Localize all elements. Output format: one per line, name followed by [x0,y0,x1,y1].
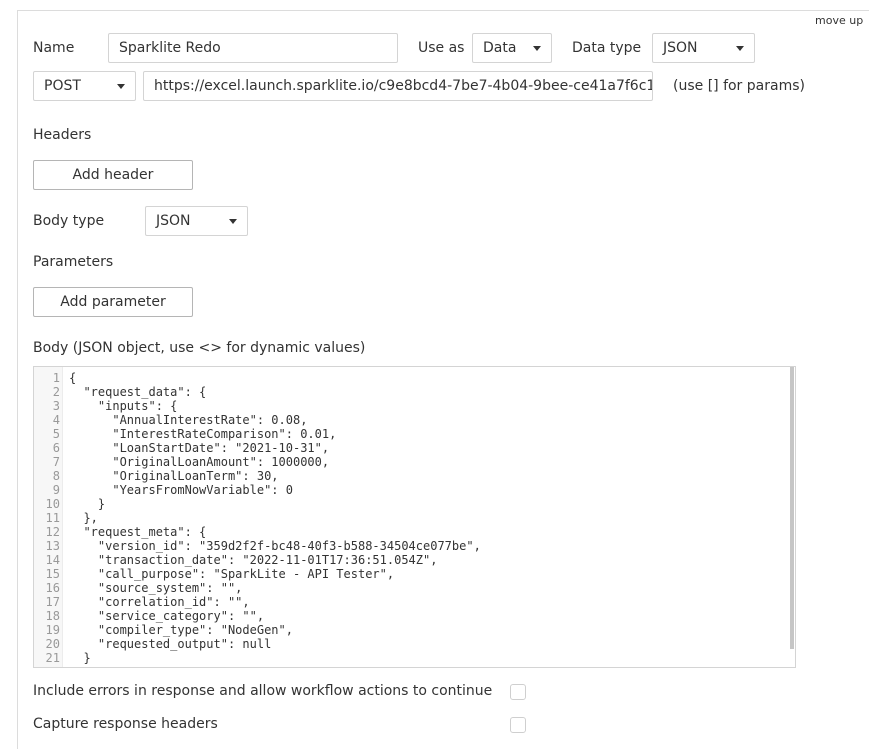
code-text: "call_purpose": "SparkLite - API Tester"… [69,567,395,581]
code-line[interactable]: 6 "LoanStartDate": "2021-10-31", [34,441,795,455]
include-errors-checkbox[interactable] [510,684,526,700]
code-text: "YearsFromNowVariable": 0 [69,483,293,497]
line-number: 21 [45,651,60,665]
code-text: "AnnualInterestRate": 0.08, [69,413,308,427]
line-number: 6 [52,441,60,455]
code-text: "OriginalLoanTerm": 30, [69,469,279,483]
add-header-button[interactable]: Add header [33,160,193,190]
code-line[interactable]: 13 "version_id": "359d2f2f-bc48-40f3-b58… [34,539,795,553]
code-line[interactable]: 10 } [34,497,795,511]
line-number: 8 [52,469,60,483]
code-text: "OriginalLoanAmount": 1000000, [69,455,330,469]
body-type-value: JSON [156,213,191,229]
data-type-value: JSON [663,40,698,56]
line-number: 19 [45,623,60,637]
chevron-down-icon [117,84,125,89]
url-params-hint: (use [] for params) [673,78,805,94]
method-value: POST [44,78,81,94]
code-line[interactable]: 4 "AnnualInterestRate": 0.08, [34,413,795,427]
code-text: "inputs": { [69,399,178,413]
code-text: }, [69,511,98,525]
line-number: 17 [45,595,60,609]
code-line[interactable]: 18 "service_category": "", [34,609,795,623]
code-text: "service_category": "", [69,609,265,623]
add-parameter-button[interactable]: Add parameter [33,287,193,317]
line-number: 2 [52,385,60,399]
code-text: "transaction_date": "2022-11-01T17:36:51… [69,553,438,567]
include-errors-label: Include errors in response and allow wor… [33,683,493,699]
line-number: 11 [45,511,60,525]
line-number: 16 [45,581,60,595]
parameters-label: Parameters [33,254,114,270]
use-as-value: Data [483,40,517,56]
code-text: "requested_output": null [69,637,272,651]
line-number: 18 [45,609,60,623]
body-label: Body (JSON object, use <> for dynamic va… [33,340,366,356]
code-text: "request_data": { [69,385,207,399]
code-text: "compiler_type": "NodeGen", [69,623,293,637]
capture-headers-checkbox[interactable] [510,717,526,733]
line-number: 10 [45,497,60,511]
chevron-down-icon [229,219,237,224]
code-line[interactable]: 21 } [34,651,795,665]
line-number: 12 [45,525,60,539]
line-number: 3 [52,399,60,413]
headers-label: Headers [33,127,92,143]
line-number: 15 [45,567,60,581]
code-line[interactable]: 3 "inputs": { [34,399,795,413]
capture-headers-label: Capture response headers [33,716,218,732]
use-as-select[interactable]: Data [472,33,552,63]
method-select[interactable]: POST [33,71,136,101]
code-line[interactable]: 15 "call_purpose": "SparkLite - API Test… [34,567,795,581]
code-line[interactable]: 17 "correlation_id": "", [34,595,795,609]
data-type-select[interactable]: JSON [652,33,755,63]
chevron-down-icon [736,46,744,51]
code-line[interactable]: 11 }, [34,511,795,525]
line-number: 14 [45,553,60,567]
code-line[interactable]: 20 "requested_output": null [34,637,795,651]
line-number: 1 [52,371,60,385]
editor-scrollbar[interactable] [790,367,794,649]
code-line[interactable]: 2 "request_data": { [34,385,795,399]
body-type-label: Body type [33,213,105,229]
code-line[interactable]: 16 "source_system": "", [34,581,795,595]
code-text: "version_id": "359d2f2f-bc48-40f3-b588-3… [69,539,481,553]
code-text: } [69,651,91,665]
code-line[interactable]: 5 "InterestRateComparison": 0.01, [34,427,795,441]
line-number: 5 [52,427,60,441]
data-type-label: Data type [572,40,642,56]
code-lines[interactable]: 1{2 "request_data": {3 "inputs": {4 "Ann… [34,371,795,665]
line-number: 4 [52,413,60,427]
line-number: 9 [52,483,60,497]
code-text: "correlation_id": "", [69,595,250,609]
code-line[interactable]: 12 "request_meta": { [34,525,795,539]
line-number: 13 [45,539,60,553]
line-number: 20 [45,637,60,651]
code-text: "LoanStartDate": "2021-10-31", [69,441,330,455]
code-line[interactable]: 19 "compiler_type": "NodeGen", [34,623,795,637]
code-text: } [69,497,106,511]
use-as-label: Use as [418,40,465,56]
code-line[interactable]: 7 "OriginalLoanAmount": 1000000, [34,455,795,469]
chevron-down-icon [533,46,541,51]
code-text: { [69,371,77,385]
name-input[interactable]: Sparklite Redo [108,33,398,63]
url-input[interactable]: https://excel.launch.sparklite.io/c9e8bc… [143,71,653,101]
code-text: "source_system": "", [69,581,243,595]
move-up-link[interactable]: move up [815,14,863,27]
code-text: "request_meta": { [69,525,207,539]
line-number: 7 [52,455,60,469]
code-line[interactable]: 1{ [34,371,795,385]
code-line[interactable]: 9 "YearsFromNowVariable": 0 [34,483,795,497]
code-text: "InterestRateComparison": 0.01, [69,427,337,441]
body-type-select[interactable]: JSON [145,206,248,236]
code-line[interactable]: 8 "OriginalLoanTerm": 30, [34,469,795,483]
body-code-editor[interactable]: 1{2 "request_data": {3 "inputs": {4 "Ann… [33,366,796,668]
code-line[interactable]: 14 "transaction_date": "2022-11-01T17:36… [34,553,795,567]
name-label: Name [33,40,75,56]
